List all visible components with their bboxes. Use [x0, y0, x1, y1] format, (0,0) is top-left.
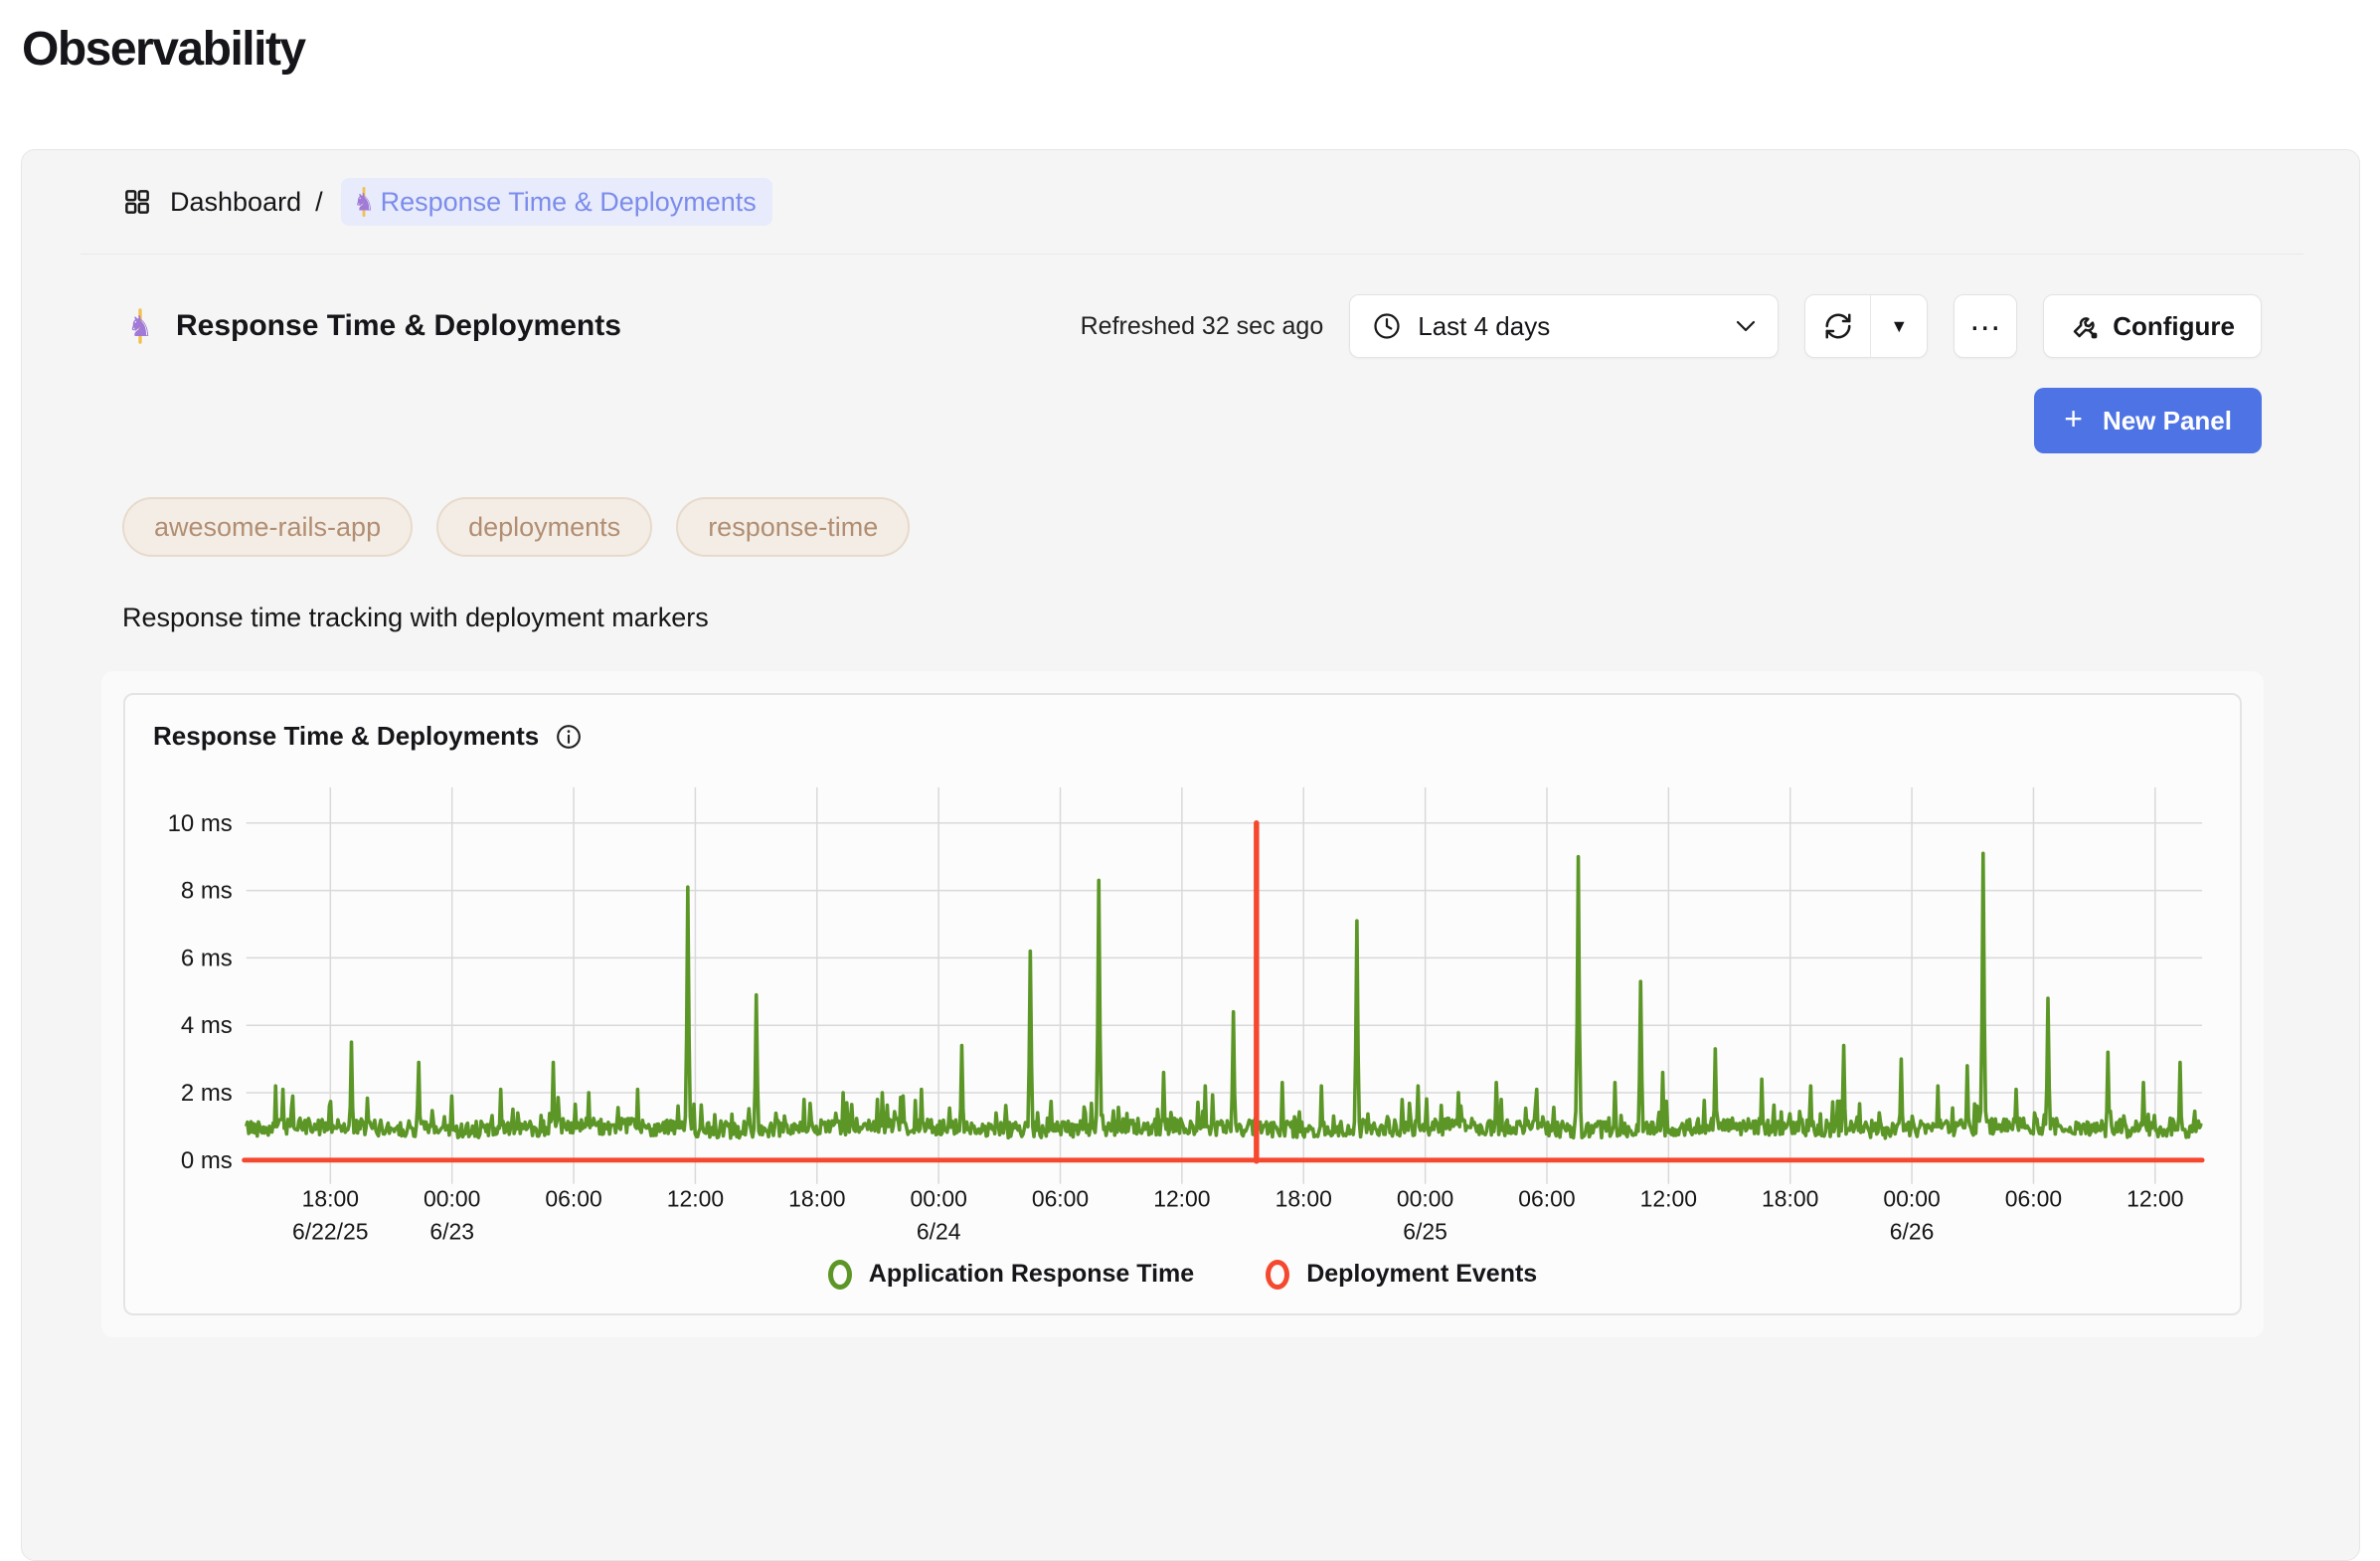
tag-awesome-rails-app[interactable]: awesome-rails-app [122, 497, 413, 557]
more-options-button[interactable]: ... [1954, 294, 2017, 358]
tools-icon [2070, 311, 2100, 341]
svg-text:00:00: 00:00 [910, 1186, 966, 1212]
legend-item-deployments[interactable]: Deployment Events [1266, 1260, 1537, 1290]
page-title: Observability [22, 20, 2380, 80]
svg-text:12:00: 12:00 [1640, 1186, 1697, 1212]
new-panel-label: New Panel [2103, 406, 2232, 436]
svg-text:4 ms: 4 ms [181, 1012, 233, 1039]
refreshed-status: Refreshed 32 sec ago [1081, 312, 1324, 341]
plus-icon: + [2064, 401, 2083, 437]
breadcrumb: Dashboard / ♞ Response Time & Deployment… [122, 150, 2262, 254]
chart-container: Response Time & Deployments 0 ms 2 ms 4 ms… [101, 671, 2264, 1337]
breadcrumb-current-label: Response Time & Deployments [381, 187, 757, 218]
legend-marker-green [828, 1260, 852, 1290]
carousel-horse-icon: ♞ [122, 306, 158, 346]
svg-text:♞: ♞ [127, 309, 153, 343]
tag-response-time[interactable]: response-time [676, 497, 910, 557]
new-panel-button[interactable]: + New Panel [2034, 388, 2262, 453]
svg-text:00:00: 00:00 [1397, 1186, 1453, 1212]
svg-text:6 ms: 6 ms [181, 945, 233, 971]
clock-icon [1372, 311, 1402, 341]
svg-text:06:00: 06:00 [545, 1186, 601, 1212]
caret-down-icon: ▼ [1890, 316, 1908, 337]
svg-text:0 ms: 0 ms [181, 1147, 233, 1174]
time-range-value: Last 4 days [1418, 311, 1550, 342]
legend-label: Deployment Events [1306, 1260, 1537, 1289]
svg-text:18:00: 18:00 [1762, 1186, 1818, 1212]
configure-button[interactable]: Configure [2043, 294, 2262, 358]
chart-legend: Application Response Time Deployment Eve… [145, 1260, 2220, 1290]
dashboard-description: Response time tracking with deployment m… [122, 603, 2262, 633]
carousel-horse-icon: ♞ [349, 185, 379, 219]
ellipsis-icon: ... [1970, 300, 2001, 339]
legend-marker-red [1266, 1260, 1289, 1290]
svg-text:6/24: 6/24 [917, 1219, 961, 1245]
tags-row: awesome-rails-app deployments response-t… [122, 497, 2262, 557]
breadcrumb-section[interactable]: Dashboard [170, 187, 301, 218]
svg-text:♞: ♞ [353, 187, 375, 216]
svg-text:18:00: 18:00 [302, 1186, 359, 1212]
refresh-icon [1823, 311, 1853, 341]
svg-text:12:00: 12:00 [2126, 1186, 2183, 1212]
breadcrumb-separator: / [315, 187, 323, 218]
svg-text:6/25: 6/25 [1403, 1219, 1447, 1245]
configure-label: Configure [2113, 311, 2235, 342]
refresh-button[interactable] [1805, 295, 1871, 357]
chart-title: Response Time & Deployments [153, 721, 539, 752]
chevron-down-icon [1736, 320, 1756, 332]
svg-text:6/26: 6/26 [1890, 1219, 1935, 1245]
svg-text:12:00: 12:00 [1153, 1186, 1210, 1212]
svg-text:10 ms: 10 ms [168, 810, 233, 837]
header-controls: Refreshed 32 sec ago Last 4 days [1081, 294, 2262, 358]
svg-text:2 ms: 2 ms [181, 1080, 233, 1107]
svg-text:00:00: 00:00 [1883, 1186, 1940, 1212]
legend-item-response-time[interactable]: Application Response Time [828, 1260, 1194, 1290]
chart-svg[interactable]: 0 ms 2 ms 4 ms 6 ms 8 ms 10 ms 18:00 6/22/25 00:… [145, 752, 2220, 1260]
svg-text:00:00: 00:00 [424, 1186, 480, 1212]
chart-panel: Response Time & Deployments 0 ms 2 ms 4 ms… [123, 693, 2242, 1315]
dashboard-card: Dashboard / ♞ Response Time & Deployment… [21, 149, 2360, 1561]
dashboard-grid-icon [122, 187, 152, 217]
new-panel-row: + New Panel [122, 388, 2262, 453]
panel-title: ♞ Response Time & Deployments [122, 306, 621, 346]
svg-text:6/23: 6/23 [429, 1219, 474, 1245]
header-divider [81, 254, 2303, 255]
panel-title-label: Response Time & Deployments [176, 309, 621, 343]
svg-text:18:00: 18:00 [788, 1186, 845, 1212]
svg-text:12:00: 12:00 [667, 1186, 724, 1212]
svg-text:06:00: 06:00 [1518, 1186, 1575, 1212]
svg-text:06:00: 06:00 [2005, 1186, 2062, 1212]
breadcrumb-current-chip[interactable]: ♞ Response Time & Deployments [341, 178, 772, 226]
svg-text:8 ms: 8 ms [181, 878, 233, 905]
refresh-options-button[interactable]: ▼ [1871, 295, 1927, 357]
svg-text:18:00: 18:00 [1275, 1186, 1332, 1212]
panel-header: ♞ Response Time & Deployments Refreshed … [122, 294, 2262, 358]
tag-deployments[interactable]: deployments [436, 497, 652, 557]
info-icon[interactable] [555, 723, 583, 751]
time-range-select[interactable]: Last 4 days [1349, 294, 1779, 358]
svg-text:06:00: 06:00 [1032, 1186, 1089, 1212]
legend-label: Application Response Time [869, 1260, 1194, 1289]
svg-text:6/22/25: 6/22/25 [292, 1219, 368, 1245]
refresh-split-button: ▼ [1804, 294, 1928, 358]
